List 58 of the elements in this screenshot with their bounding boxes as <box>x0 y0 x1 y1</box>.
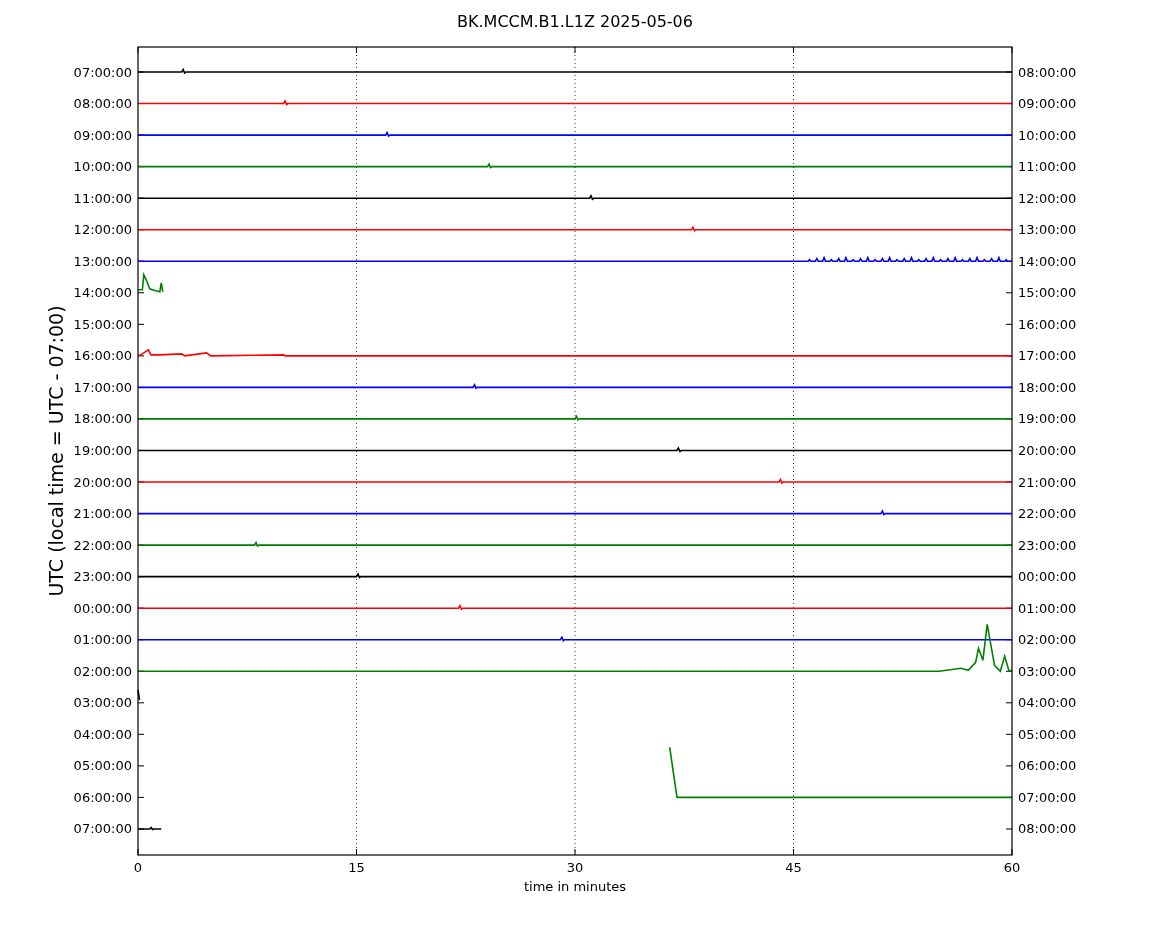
y-tick-label: 22:00:00 <box>1018 506 1077 522</box>
y-tick-label: 05:00:00 <box>1018 726 1077 742</box>
y-tick-label: 01:00:00 <box>73 632 132 648</box>
y-tick-label: 06:00:00 <box>73 789 132 805</box>
x-tick-label: 15 <box>348 860 365 875</box>
y-tick-label: 00:00:00 <box>73 600 132 616</box>
y-tick-label: 01:00:00 <box>1018 600 1077 616</box>
y-tick-label: 08:00:00 <box>73 96 132 112</box>
y-axis-label: UTC (local time = UTC - 07:00) <box>45 305 67 597</box>
y-tick-label: 03:00:00 <box>1018 663 1077 679</box>
y-tick-label: 17:00:00 <box>73 379 132 395</box>
y-tick-label: 07:00:00 <box>73 821 132 837</box>
chart-title: BK.MCCM.B1.L1Z 2025-05-06 <box>457 12 693 31</box>
y-tick-label: 18:00:00 <box>73 411 132 427</box>
y-tick-label: 02:00:00 <box>73 663 132 679</box>
y-tick-label: 00:00:00 <box>1018 569 1077 585</box>
y-tick-label: 06:00:00 <box>1018 758 1077 774</box>
y-tick-label: 11:00:00 <box>73 190 132 206</box>
y-tick-label: 04:00:00 <box>73 726 132 742</box>
y-tick-label: 20:00:00 <box>73 474 132 490</box>
y-tick-label: 07:00:00 <box>1018 789 1077 805</box>
y-tick-label: 18:00:00 <box>1018 379 1077 395</box>
y-tick-label: 22:00:00 <box>73 537 132 553</box>
y-tick-label: 11:00:00 <box>1018 159 1077 175</box>
x-tick-label: 30 <box>566 860 584 875</box>
y-tick-label: 19:00:00 <box>73 443 132 458</box>
y-tick-label: 04:00:00 <box>1018 695 1077 711</box>
y-tick-label: 16:00:00 <box>73 348 132 364</box>
y-tick-label: 12:00:00 <box>73 222 132 238</box>
y-tick-label: 23:00:00 <box>1018 537 1077 553</box>
y-tick-label: 13:00:00 <box>1018 222 1077 238</box>
y-tick-label: 17:00:00 <box>1018 348 1077 364</box>
y-tick-label: 09:00:00 <box>1018 96 1077 112</box>
x-tick-label: 60 <box>1003 860 1021 875</box>
y-tick-label: 05:00:00 <box>73 758 132 774</box>
y-tick-label: 02:00:00 <box>1018 632 1077 648</box>
y-tick-label: 10:00:00 <box>1018 127 1077 143</box>
y-tick-label: 20:00:00 <box>1018 443 1077 458</box>
y-tick-label: 13:00:00 <box>73 253 132 269</box>
x-tick-label: 45 <box>785 860 802 875</box>
y-tick-label: 14:00:00 <box>73 285 132 301</box>
y-tick-label: 14:00:00 <box>1018 253 1077 269</box>
y-tick-label: 10:00:00 <box>73 159 132 175</box>
y-tick-label: 07:00:00 <box>73 64 132 80</box>
y-tick-label: 21:00:00 <box>1018 474 1077 490</box>
y-tick-label: 15:00:00 <box>1018 285 1077 301</box>
y-tick-label: 23:00:00 <box>73 569 132 585</box>
y-tick-label: 09:00:00 <box>73 127 132 143</box>
y-tick-label: 21:00:00 <box>73 506 132 522</box>
y-tick-label: 19:00:00 <box>1018 411 1077 427</box>
x-axis-label: time in minutes <box>523 879 627 894</box>
y-tick-label: 08:00:00 <box>1018 64 1077 80</box>
y-tick-label: 08:00:00 <box>1018 821 1077 837</box>
y-tick-label: 03:00:00 <box>73 695 132 711</box>
y-tick-label: 15:00:00 <box>73 316 132 332</box>
y-tick-label: 12:00:00 <box>1018 190 1077 206</box>
x-tick-label: 0 <box>133 860 143 875</box>
y-tick-label: 16:00:00 <box>1018 316 1077 332</box>
